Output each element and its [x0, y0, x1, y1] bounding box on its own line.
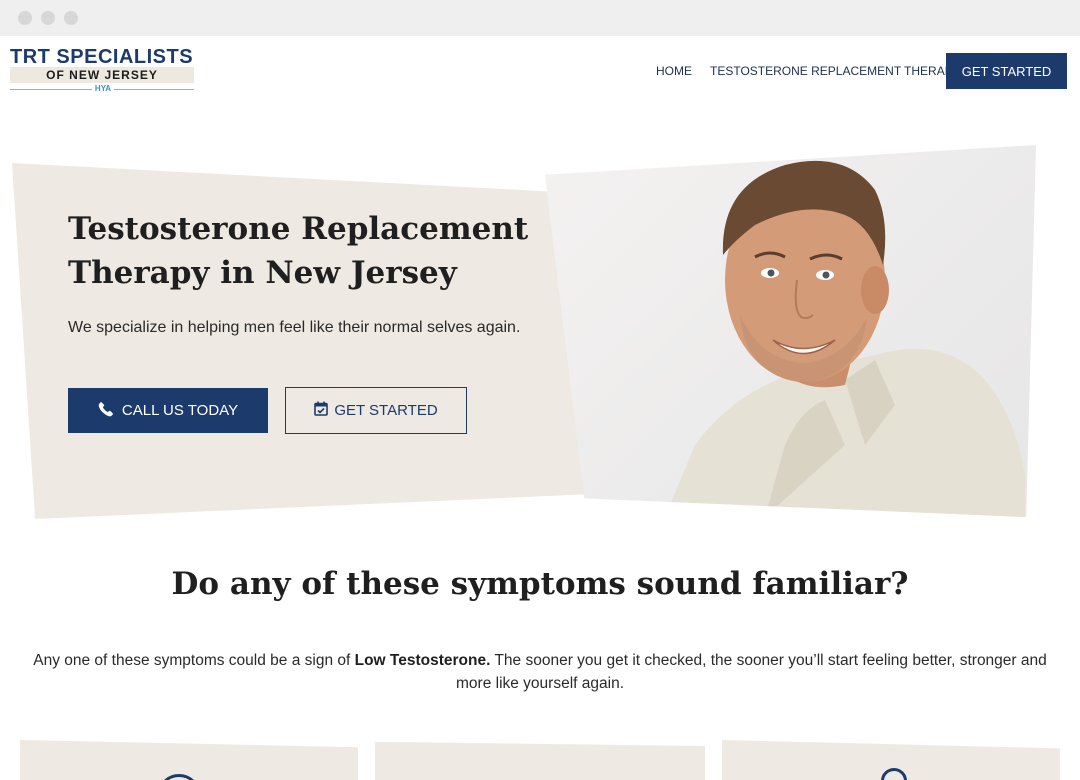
site-header: TRT SPECIALISTS OF NEW JERSEY HYA HOME T…: [0, 36, 1080, 106]
nav-link-home[interactable]: HOME: [656, 64, 692, 78]
symptom-card: [375, 741, 705, 780]
symptoms-text-before: Any one of these symptoms could be a sig…: [33, 652, 355, 669]
hero-get-started-button[interactable]: GET STARTED: [285, 387, 467, 434]
hero-photo: [545, 145, 1036, 517]
hero-title-line2: Therapy in New Jersey: [68, 255, 457, 291]
nav-item-home[interactable]: HOME: [656, 36, 692, 106]
window-maximize-dot[interactable]: [64, 11, 78, 25]
phone-icon: [98, 401, 114, 421]
hero-get-started-label: GET STARTED: [334, 402, 438, 419]
symptoms-text-after: The sooner you get it checked, the soone…: [456, 652, 1047, 692]
call-us-today-label: CALL US TODAY: [121, 402, 239, 419]
hero-subtitle: We specialize in helping men feel like t…: [68, 319, 521, 336]
logo-line2: OF NEW JERSEY: [46, 68, 158, 82]
logo-mark: HYA: [92, 84, 114, 94]
site-logo[interactable]: TRT SPECIALISTS OF NEW JERSEY HYA: [10, 46, 196, 96]
header-get-started-button[interactable]: GET STARTED: [946, 53, 1067, 89]
symptoms-text-bold: Low Testosterone.: [354, 652, 491, 669]
nav-item-trt[interactable]: TESTOSTERONE REPLACEMENT THERAPY: [710, 36, 961, 106]
logo-line1: TRT SPECIALISTS: [10, 46, 194, 68]
man-portrait-illustration: [665, 160, 1025, 517]
symptoms-title: Do any of these symptoms sound familiar?: [171, 566, 909, 602]
symptom-card: [20, 740, 358, 780]
browser-chrome: [0, 0, 1080, 36]
calendar-check-icon: [314, 401, 329, 420]
window-minimize-dot[interactable]: [41, 11, 55, 25]
hero-title-line1: Testosterone Replacement: [68, 211, 529, 247]
nav-link-trt[interactable]: TESTOSTERONE REPLACEMENT THERAPY: [710, 64, 961, 78]
hero-title: Testosterone Replacement Therapy in New …: [68, 207, 538, 295]
symptoms-intro: Any one of these symptoms could be a sig…: [20, 649, 1060, 695]
call-us-today-button[interactable]: CALL US TODAY: [68, 388, 268, 433]
window-close-dot[interactable]: [18, 11, 32, 25]
